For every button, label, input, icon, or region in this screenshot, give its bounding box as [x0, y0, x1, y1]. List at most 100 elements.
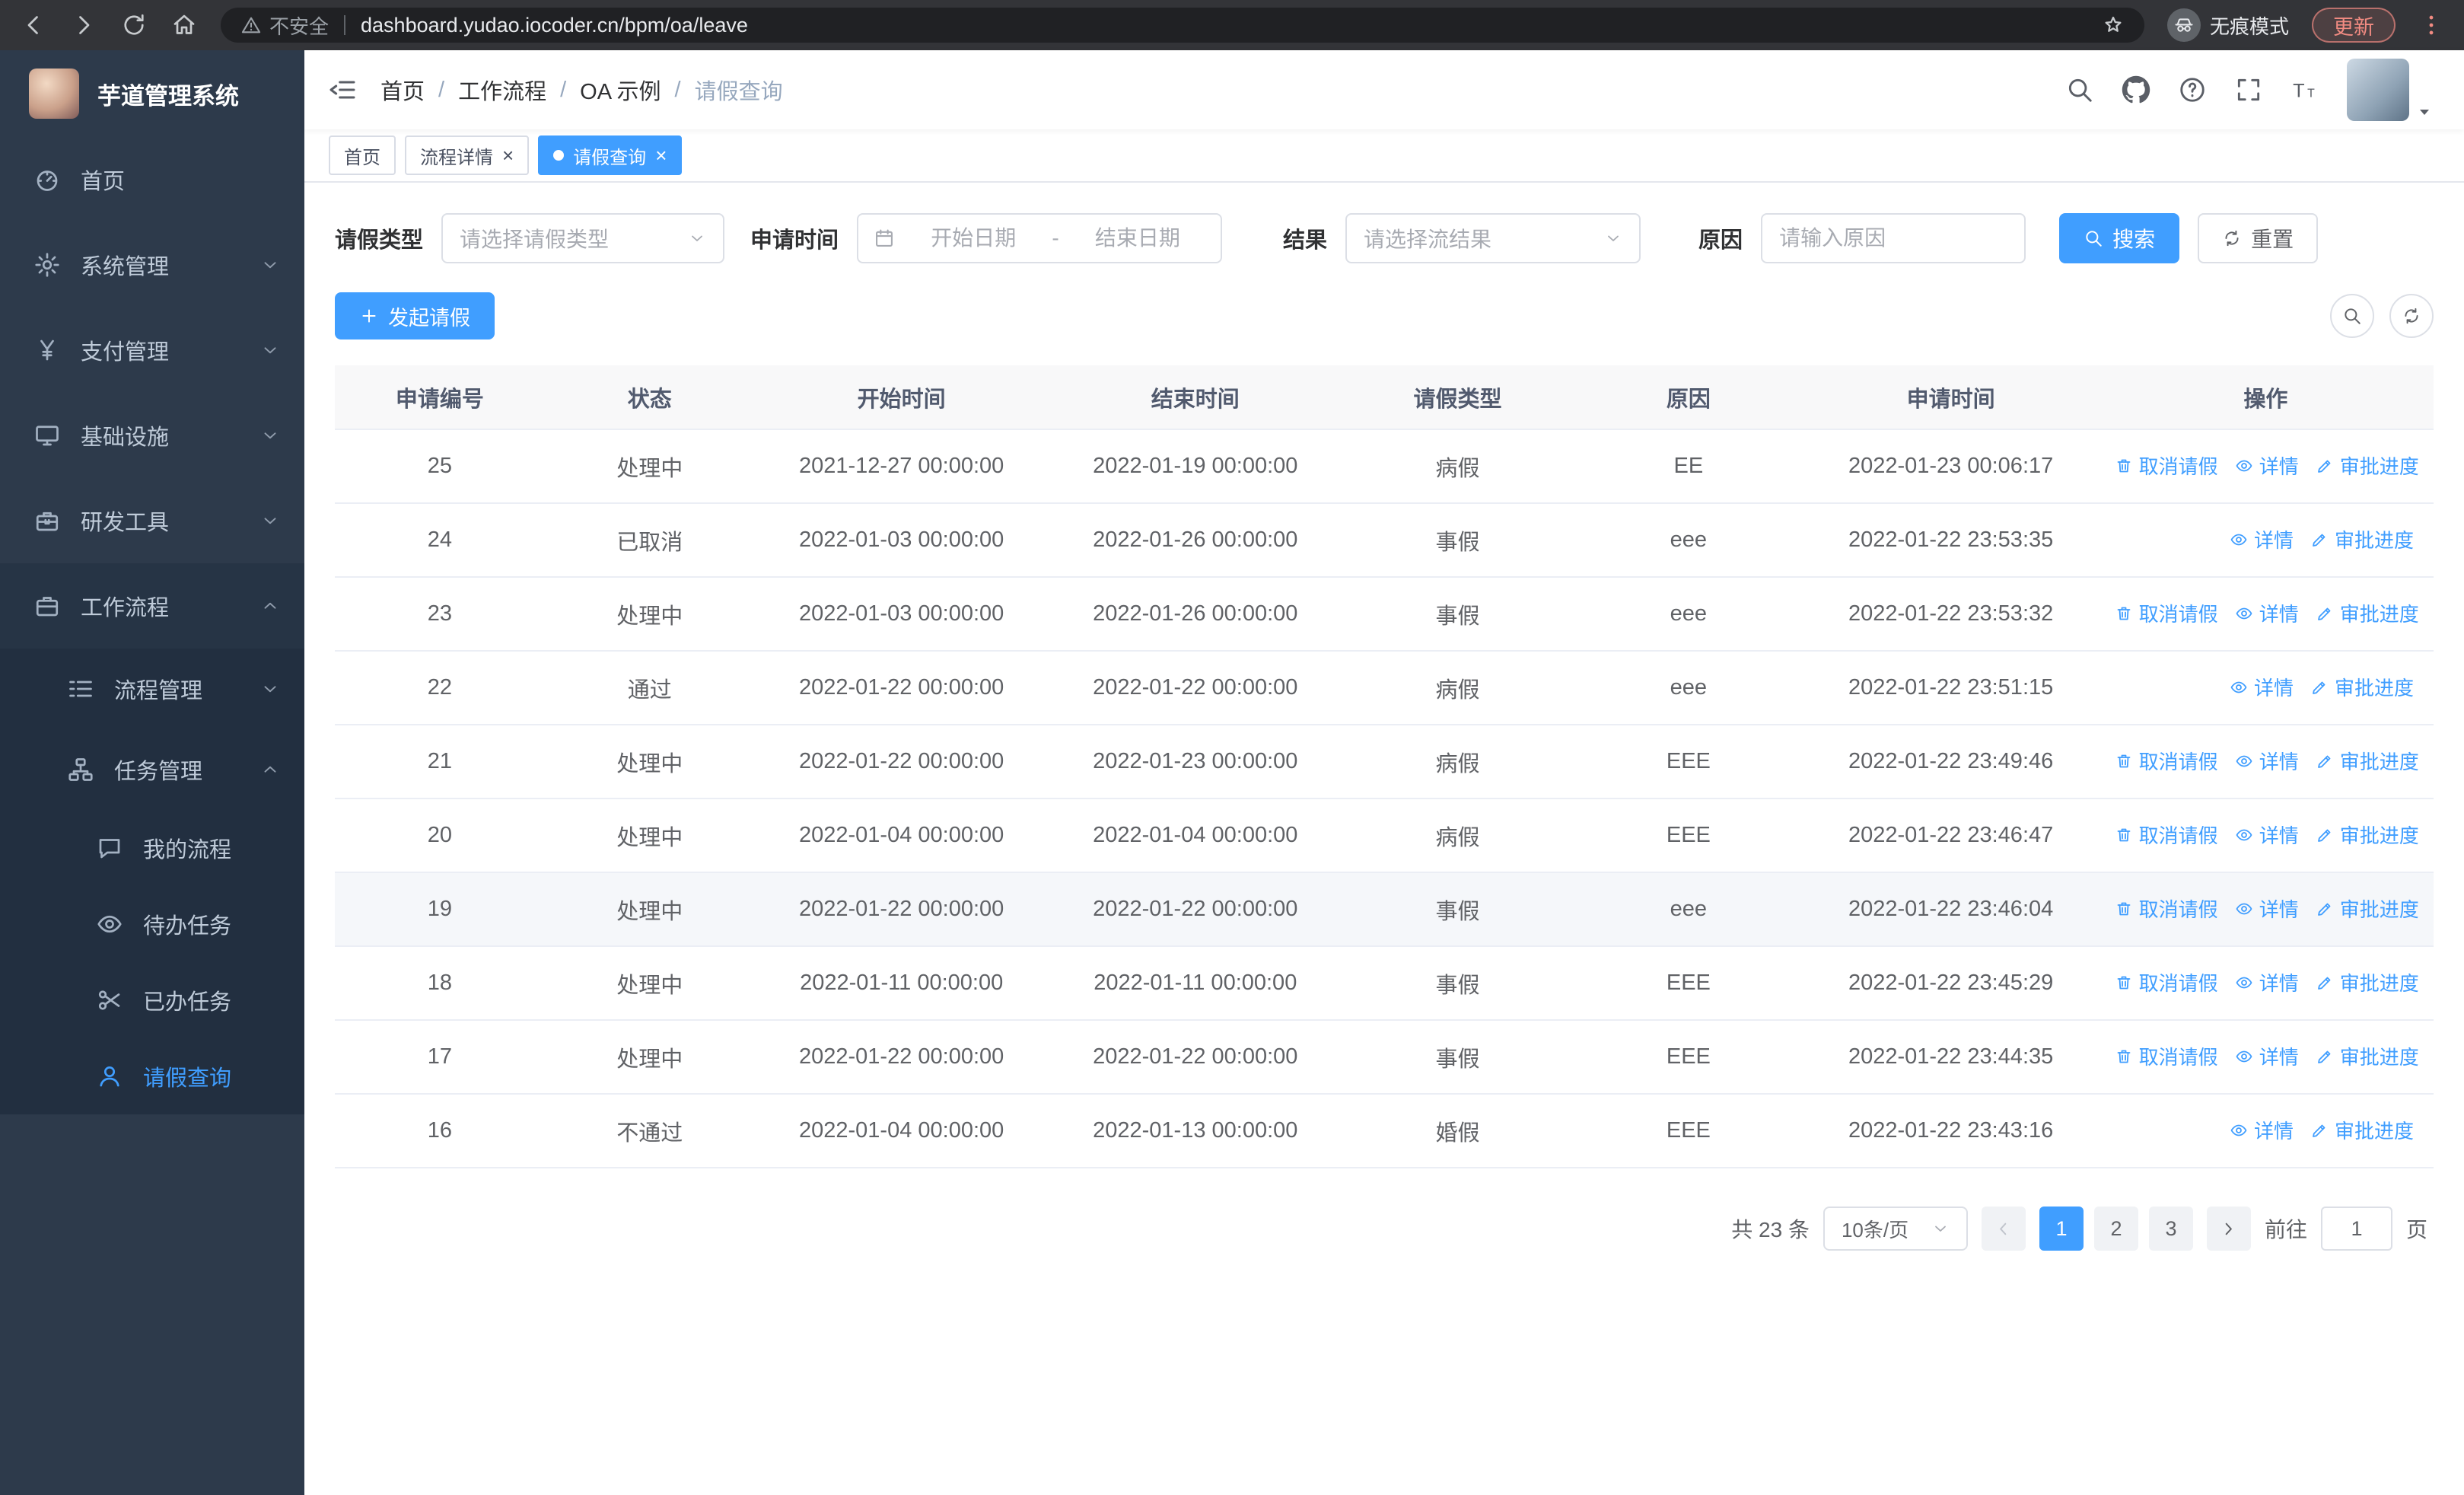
close-icon[interactable]: ×	[502, 145, 514, 165]
tab-leave-query[interactable]: 请假查询 ×	[538, 135, 683, 175]
edit-icon	[2310, 531, 2329, 549]
security-indicator[interactable]: 不安全	[240, 11, 329, 40]
detail-action-link[interactable]: 详情	[2230, 525, 2294, 553]
sidebar-item-home[interactable]: 首页	[0, 137, 304, 222]
chevron-left-icon	[1993, 1219, 2014, 1239]
sidebar-item-process-mgmt[interactable]: 流程管理	[0, 649, 304, 729]
fullscreen-icon[interactable]	[2234, 75, 2263, 104]
sidebar-item-label: 请假查询	[143, 1066, 232, 1091]
breadcrumb-item[interactable]: 首页	[380, 74, 425, 106]
detail-action-link[interactable]: 详情	[2230, 1116, 2294, 1144]
sidebar-item-done-tasks[interactable]: 已办任务	[0, 962, 304, 1038]
detail-action-link[interactable]: 详情	[2230, 673, 2294, 701]
sidebar-item-todo-tasks[interactable]: 待办任务	[0, 886, 304, 962]
apply-time-range-picker[interactable]: -	[857, 213, 1223, 263]
app-logo[interactable]: 芋道管理系统	[0, 50, 304, 137]
cancel-action-link[interactable]: 取消请假	[2115, 968, 2218, 996]
cancel-action-link[interactable]: 取消请假	[2115, 821, 2218, 849]
cancel-action-link[interactable]: 取消请假	[2115, 747, 2218, 775]
cell-reason: EEE	[1573, 1020, 1804, 1095]
detail-action-link[interactable]: 详情	[2235, 451, 2299, 480]
sidebar-item-infra[interactable]: 基础设施	[0, 393, 304, 478]
url-bar[interactable]: 不安全 dashboard.yudao.iocoder.cn/bpm/oa/le…	[221, 8, 2144, 43]
chevron-right-icon	[2218, 1219, 2239, 1239]
progress-action-link[interactable]: 审批进度	[2310, 1116, 2414, 1144]
toggle-search-button[interactable]	[2330, 294, 2374, 338]
progress-action-link[interactable]: 审批进度	[2310, 525, 2414, 553]
create-leave-button[interactable]: 发起请假	[335, 292, 495, 339]
breadcrumb-item[interactable]: OA 示例	[580, 74, 661, 106]
progress-action-link[interactable]: 审批进度	[2316, 747, 2419, 775]
help-icon[interactable]	[2178, 75, 2207, 104]
collapse-sidebar-icon[interactable]	[327, 75, 358, 105]
sidebar-item-my-process[interactable]: 我的流程	[0, 810, 304, 886]
detail-action-link[interactable]: 详情	[2235, 968, 2299, 996]
detail-action-link[interactable]: 详情	[2235, 747, 2299, 775]
cell-type: 事假	[1342, 946, 1574, 1021]
header-search-icon[interactable]	[2065, 75, 2094, 104]
next-page-button[interactable]	[2206, 1207, 2251, 1251]
close-icon[interactable]: ×	[655, 145, 667, 165]
cancel-action-link[interactable]: 取消请假	[2115, 599, 2218, 627]
sidebar-item-task-mgmt[interactable]: 任务管理	[0, 729, 304, 810]
goto-page-input[interactable]	[2320, 1207, 2392, 1251]
tab-home[interactable]: 首页	[329, 135, 396, 175]
page-button-2[interactable]: 2	[2093, 1207, 2138, 1251]
list-icon	[67, 675, 94, 703]
sidebar-item-payment[interactable]: 支付管理	[0, 308, 304, 393]
leave-type-select[interactable]: 请选择请假类型	[441, 213, 725, 263]
sidebar-item-label: 流程管理	[114, 679, 203, 703]
cell-actions: 取消请假 详情 审批进度	[2097, 872, 2434, 947]
detail-action-link[interactable]: 详情	[2235, 1042, 2299, 1070]
sidebar-item-label: 工作流程	[81, 596, 170, 620]
browser-reload-button[interactable]	[120, 11, 148, 39]
bookmark-star-icon[interactable]	[2102, 14, 2125, 37]
page-size-select[interactable]: 10条/页	[1823, 1207, 1968, 1251]
sidebar-item-leave-query[interactable]: 请假查询	[0, 1038, 304, 1114]
browser-forward-button[interactable]	[70, 11, 97, 39]
refresh-icon	[2222, 228, 2242, 248]
progress-action-link[interactable]: 审批进度	[2316, 968, 2419, 996]
edit-icon	[2316, 900, 2334, 918]
progress-action-link[interactable]: 审批进度	[2316, 821, 2419, 849]
progress-action-link[interactable]: 审批进度	[2310, 673, 2414, 701]
browser-back-button[interactable]	[20, 11, 47, 39]
eye-icon	[2235, 752, 2253, 770]
browser-update-button[interactable]: 更新	[2312, 8, 2396, 43]
refresh-table-button[interactable]	[2389, 294, 2434, 338]
user-menu[interactable]	[2347, 59, 2434, 121]
start-date-input[interactable]	[906, 226, 1042, 250]
progress-action-link[interactable]: 审批进度	[2316, 1042, 2419, 1070]
detail-action-link[interactable]: 详情	[2235, 821, 2299, 849]
cell-end: 2022-01-26 00:00:00	[1048, 503, 1342, 578]
result-select[interactable]: 请选择流结果	[1345, 213, 1641, 263]
progress-action-link[interactable]: 审批进度	[2316, 599, 2419, 627]
cancel-action-link[interactable]: 取消请假	[2115, 1042, 2218, 1070]
incognito-label: 无痕模式	[2209, 14, 2289, 38]
cancel-action-link[interactable]: 取消请假	[2115, 451, 2218, 480]
cancel-action-link[interactable]: 取消请假	[2115, 894, 2218, 923]
detail-action-link[interactable]: 详情	[2235, 894, 2299, 923]
tab-process-detail[interactable]: 流程详情 ×	[405, 135, 530, 175]
reason-input[interactable]	[1779, 226, 2008, 250]
page-button-3[interactable]: 3	[2148, 1207, 2193, 1251]
font-size-icon[interactable]: TT	[2291, 75, 2319, 104]
breadcrumb-item[interactable]: 工作流程	[458, 74, 546, 106]
page-button-1[interactable]: 1	[2039, 1207, 2084, 1251]
sidebar-item-workflow[interactable]: 工作流程	[0, 563, 304, 649]
detail-action-link[interactable]: 详情	[2235, 599, 2299, 627]
progress-action-link[interactable]: 审批进度	[2316, 451, 2419, 480]
sidebar-item-devtools[interactable]: 研发工具	[0, 478, 304, 563]
page-content: 请假类型 请选择请假类型 申请时间 - 结果 请选择流结果 原因	[304, 183, 2464, 1495]
sidebar-item-system[interactable]: 系统管理	[0, 222, 304, 308]
reset-button[interactable]: 重置	[2198, 213, 2319, 263]
search-button[interactable]: 搜索	[2059, 213, 2180, 263]
github-icon[interactable]	[2122, 75, 2150, 104]
prev-page-button[interactable]	[1981, 1207, 2026, 1251]
cell-actions: 详情 审批进度	[2097, 1094, 2434, 1168]
browser-menu-icon[interactable]	[2418, 12, 2444, 38]
end-date-input[interactable]	[1069, 226, 1206, 250]
browser-home-button[interactable]	[170, 11, 198, 39]
cell-reason: eee	[1573, 872, 1804, 947]
progress-action-link[interactable]: 审批进度	[2316, 894, 2419, 923]
